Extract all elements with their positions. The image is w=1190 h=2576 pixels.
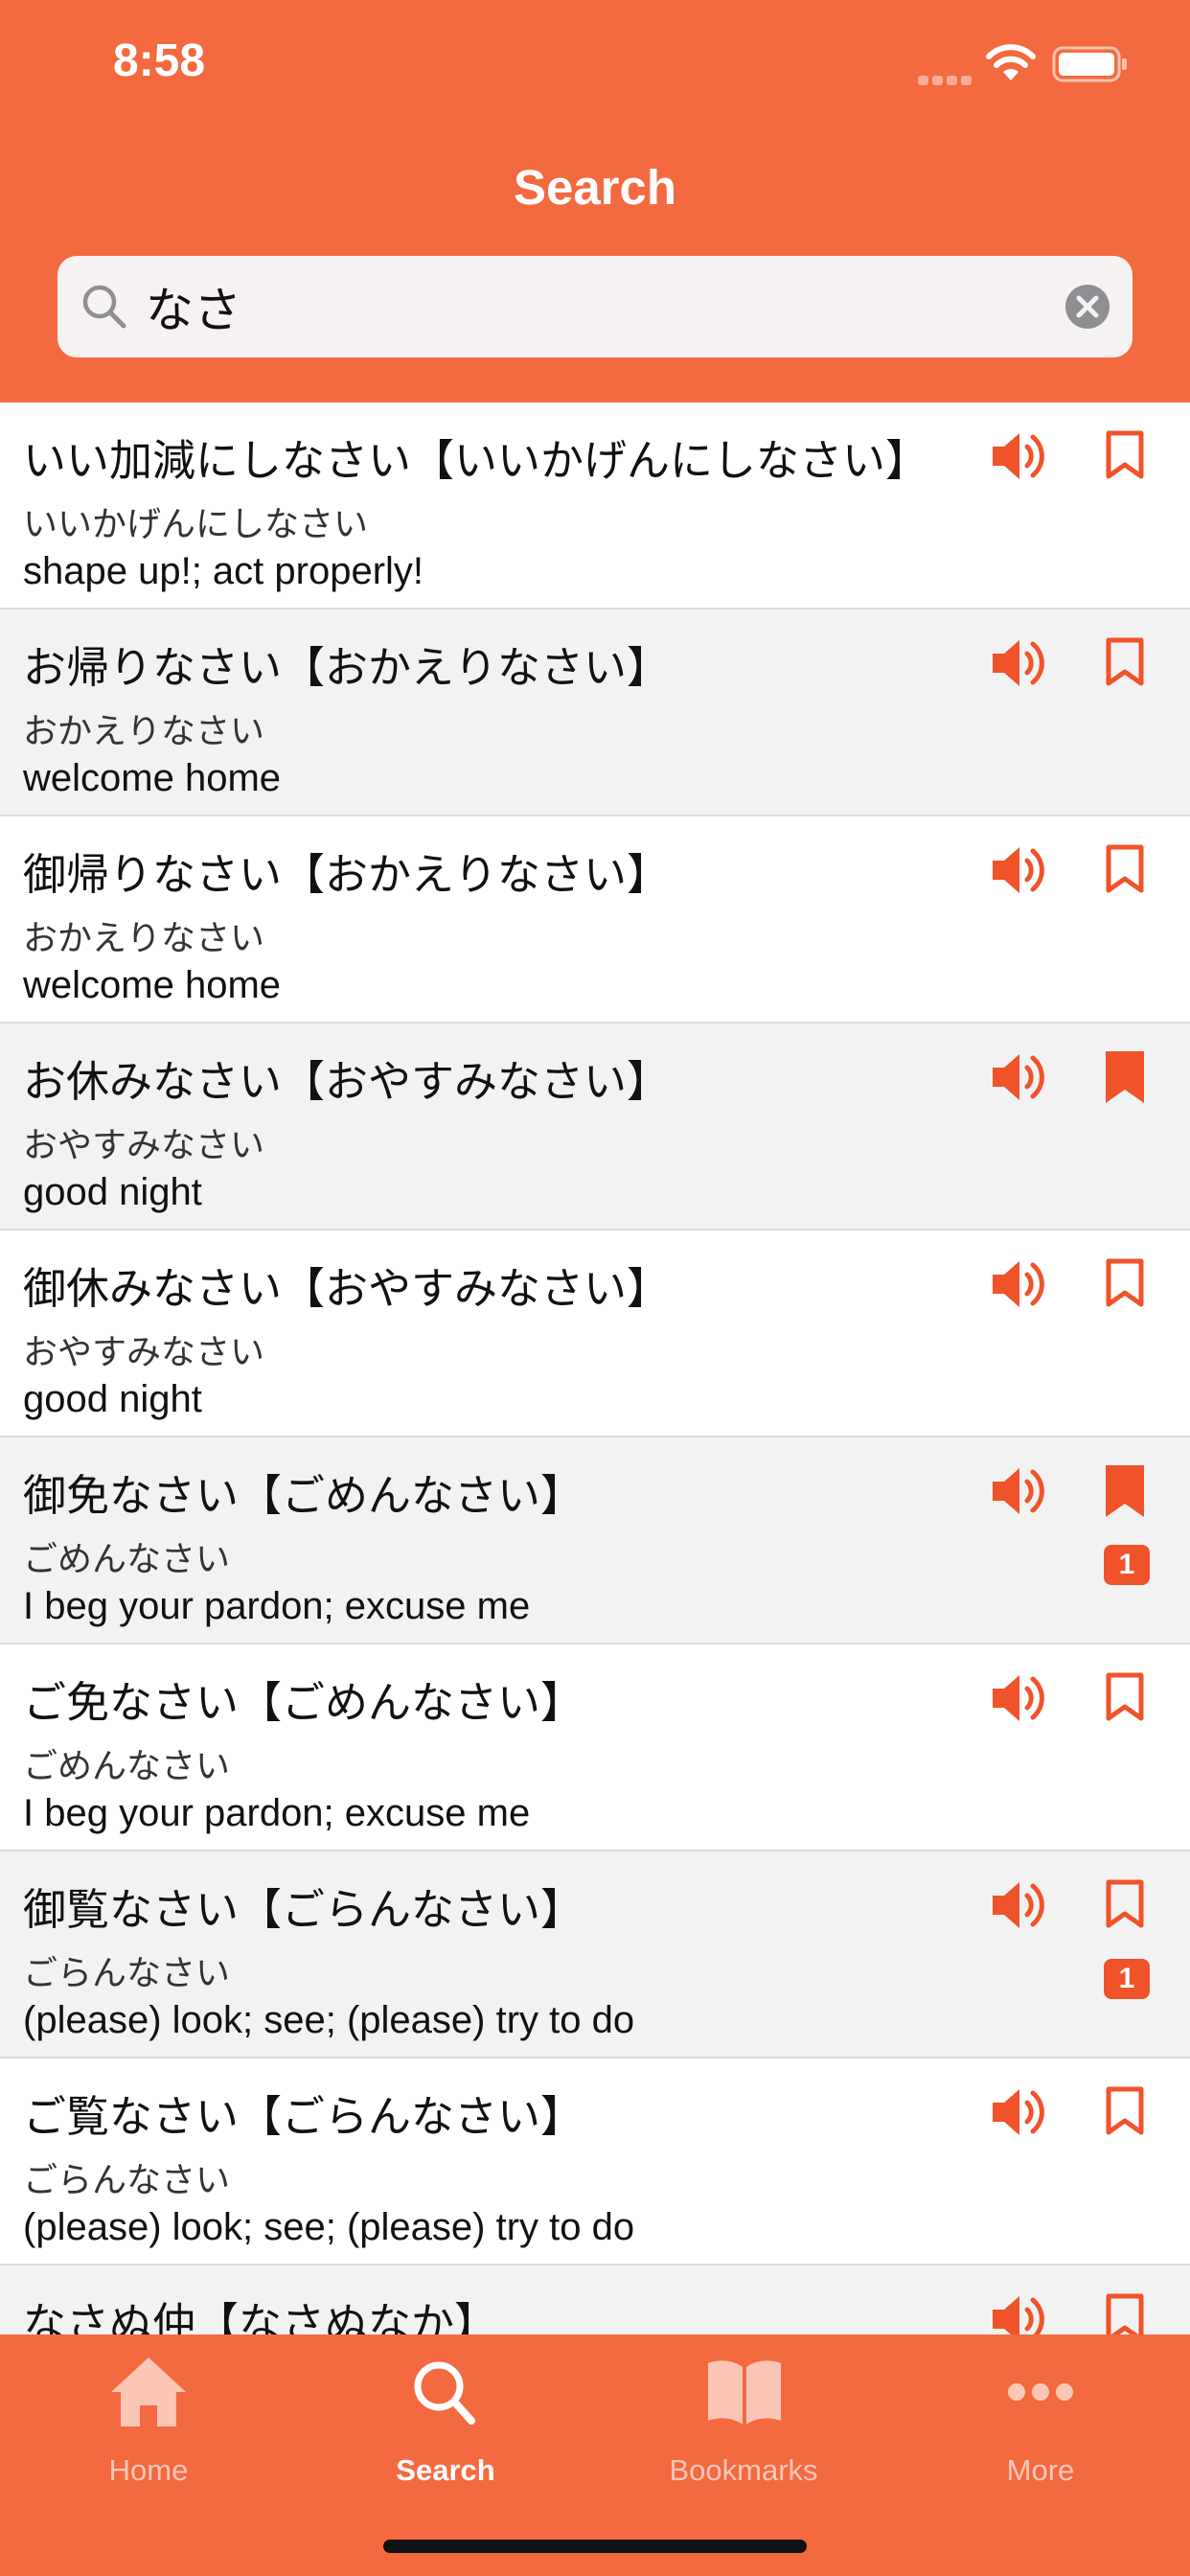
bookmark-icon[interactable] [1102,2290,1148,2334]
entry-reading: おかえりなさい [23,919,265,958]
entry-title: ご免なさい【ごめんなさい】 [23,1677,584,1728]
home-indicator [383,2540,807,2553]
search-icon [414,2361,475,2425]
list-item[interactable]: 御覧なさい【ごらんなさい】 ごらんなさい (please) look; see;… [0,1852,1190,2058]
entry-meaning: (please) look; see; (please) try to do [23,2206,635,2248]
entry-meaning: good night [23,1171,202,1213]
entry-reading: ごめんなさい [23,1747,231,1786]
speaker-icon[interactable] [987,1874,1048,1936]
bookmark-icon[interactable] [1102,1876,1148,1934]
bookmark-icon[interactable] [1102,1255,1148,1313]
bookmark-count-badge: 1 [1104,1545,1150,1585]
entry-meaning: (please) look; see; (please) try to do [23,1999,635,2041]
entry-title: 御休みなさい【おやすみなさい】 [23,1263,671,1314]
entry-meaning: good night [23,1378,202,1420]
tab-home[interactable]: Home [0,2334,297,2517]
bookmark-icon[interactable] [1102,1669,1148,1727]
list-item[interactable]: いい加減にしなさい【いいかげんにしなさい】 いいかげんにしなさい shape u… [0,402,1190,610]
speaker-icon[interactable] [987,1460,1048,1522]
entry-title: なさぬ仲【なさぬなか】 [23,2298,498,2334]
list-item[interactable]: 御免なさい【ごめんなさい】 ごめんなさい I beg your pardon; … [0,1438,1190,1644]
status-time: 8:58 [113,35,206,86]
entry-reading: おかえりなさい [23,712,265,751]
search-input[interactable] [146,269,1008,344]
list-item[interactable]: 御帰りなさい【おかえりなさい】 おかえりなさい welcome home [0,816,1190,1024]
bookmarks-icon [708,2360,781,2425]
list-item[interactable]: お帰りなさい【おかえりなさい】 おかえりなさい welcome home [0,610,1190,816]
entry-reading: ごらんなさい [23,1954,231,1993]
tab-label: Home [108,2453,189,2487]
wifi-icon [986,44,1036,80]
header: 8:58 Search [0,0,1190,402]
bookmark-icon[interactable] [1102,1048,1148,1106]
speaker-icon[interactable] [987,840,1048,901]
speaker-icon[interactable] [987,426,1048,487]
bookmark-icon[interactable] [1102,634,1148,692]
entry-title: お休みなさい【おやすみなさい】 [23,1056,671,1107]
entry-title: お帰りなさい【おかえりなさい】 [23,642,671,693]
cellular-signal-icon [918,71,975,85]
list-item[interactable]: ご免なさい【ごめんなさい】 ごめんなさい I beg your pardon; … [0,1644,1190,1852]
bookmark-icon[interactable] [1102,2083,1148,2141]
bookmark-icon[interactable] [1102,1462,1148,1520]
home-icon [111,2358,186,2426]
results-list: いい加減にしなさい【いいかげんにしなさい】 いいかげんにしなさい shape u… [0,402,1190,2334]
entry-meaning: I beg your pardon; excuse me [23,1585,531,1627]
entry-reading: おやすみなさい [23,1333,265,1372]
speaker-icon[interactable] [987,1046,1048,1108]
tab-label: Search [396,2453,495,2487]
tab-label: More [1006,2453,1075,2487]
tab-label: Bookmarks [669,2453,818,2487]
list-item[interactable]: お休みなさい【おやすみなさい】 おやすみなさい good night [0,1024,1190,1230]
clear-search-icon[interactable] [1064,283,1111,331]
entry-meaning: I beg your pardon; excuse me [23,1792,531,1834]
speaker-icon[interactable] [987,632,1048,694]
entry-meaning: shape up!; act properly! [23,550,424,592]
page-title: Search [513,160,677,215]
bookmark-icon[interactable] [1102,841,1148,899]
tab-search[interactable]: Search [297,2334,594,2517]
bookmark-icon[interactable] [1102,427,1148,485]
entry-reading: ごらんなさい [23,2161,231,2200]
speaker-icon[interactable] [987,1668,1048,1729]
speaker-icon[interactable] [987,2082,1048,2143]
tab-more[interactable]: More [892,2334,1189,2517]
entry-reading: おやすみなさい [23,1126,265,1165]
list-item[interactable]: なさぬ仲【なさぬなか】 [0,2266,1190,2334]
battery-icon [1052,46,1127,82]
speaker-icon[interactable] [987,2288,1048,2334]
entry-title: いい加減にしなさい【いいかげんにしなさい】 [23,435,929,486]
entry-meaning: welcome home [23,757,282,799]
entry-meaning: welcome home [23,964,282,1006]
list-item[interactable]: 御休みなさい【おやすみなさい】 おやすみなさい good night [0,1230,1190,1438]
entry-title: 御免なさい【ごめんなさい】 [23,1470,584,1521]
entry-reading: いいかげんにしなさい [23,505,369,544]
search-bar [57,256,1133,357]
entry-title: ご覧なさい【ごらんなさい】 [23,2091,584,2142]
search-icon [82,285,126,329]
tab-bar: Home Search Bookmarks More [0,2334,1190,2576]
tab-bookmarks[interactable]: Bookmarks [595,2334,892,2517]
list-item[interactable]: ご覧なさい【ごらんなさい】 ごらんなさい (please) look; see;… [0,2058,1190,2266]
speaker-icon[interactable] [987,1254,1048,1315]
bookmark-count-badge: 1 [1104,1959,1150,1999]
entry-title: 御覧なさい【ごらんなさい】 [23,1884,584,1935]
more-icon [1008,2383,1073,2401]
entry-reading: ごめんなさい [23,1540,231,1579]
entry-title: 御帰りなさい【おかえりなさい】 [23,849,671,900]
